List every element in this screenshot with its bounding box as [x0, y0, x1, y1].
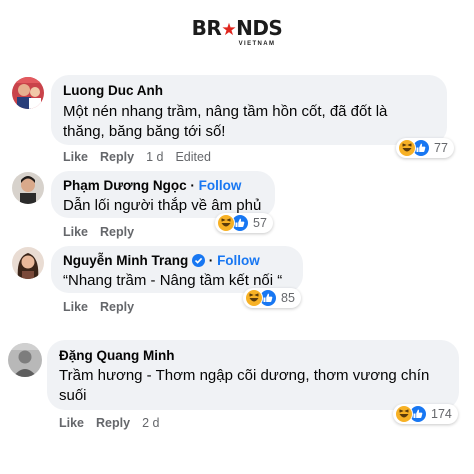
- avatar[interactable]: [8, 343, 42, 377]
- verified-badge-icon: [192, 254, 206, 267]
- haha-icon: [217, 214, 235, 232]
- like-button[interactable]: Like: [59, 416, 84, 430]
- avatar[interactable]: [12, 172, 44, 204]
- reaction-summary[interactable]: 57: [215, 213, 273, 233]
- comment-text-line: thăng, băng băng tới số!: [63, 123, 226, 140]
- commenter-header: Nguyễn Minh Trang · Follow: [63, 253, 260, 268]
- separator-dot: ·: [190, 178, 195, 193]
- reaction-count: 77: [434, 141, 448, 155]
- like-button[interactable]: Like: [63, 150, 88, 164]
- reply-button[interactable]: Reply: [100, 300, 134, 314]
- haha-icon: [395, 405, 413, 423]
- commenter-header: Phạm Dương Ngọc · Follow: [63, 178, 241, 193]
- separator-dot: ·: [208, 253, 214, 268]
- logo-text-right: NDS: [236, 16, 283, 40]
- comment-text-line: Một nén nhang trầm, nâng tầm hồn cốt, đã…: [63, 103, 388, 120]
- reaction-count: 85: [281, 291, 295, 305]
- reaction-count: 57: [253, 216, 267, 230]
- brands-vietnam-logo: BR★NDS VIETNAM: [0, 18, 474, 48]
- haha-icon: [245, 289, 263, 307]
- commenter-name[interactable]: Đặng Quang Minh: [59, 348, 175, 363]
- comment-text-line: Trầm hương - Thơm ngập cõi dương, thơm v…: [59, 367, 430, 384]
- reaction-summary[interactable]: 77: [396, 138, 454, 158]
- reply-button[interactable]: Reply: [96, 416, 130, 430]
- commenter-name[interactable]: Nguyễn Minh Trang: [63, 253, 188, 268]
- commenter-name[interactable]: Luong Duc Anh: [63, 83, 163, 98]
- commenter-name[interactable]: Phạm Dương Ngọc: [63, 178, 187, 193]
- logo-subtitle: VIETNAM: [238, 41, 276, 47]
- comment-timestamp[interactable]: 1 d: [146, 150, 163, 164]
- comment-actions: Like Reply: [63, 300, 146, 314]
- comment-bubble: Đặng Quang Minh Trầm hương - Thơm ngập c…: [47, 340, 459, 410]
- comment-timestamp[interactable]: 2 d: [142, 416, 159, 430]
- like-button[interactable]: Like: [63, 225, 88, 239]
- reply-button[interactable]: Reply: [100, 225, 134, 239]
- reaction-count: 174: [431, 407, 452, 421]
- like-button[interactable]: Like: [63, 300, 88, 314]
- follow-button[interactable]: Follow: [217, 253, 260, 268]
- comment-actions: Like Reply: [63, 225, 146, 239]
- comment-bubble: Nguyễn Minh Trang · Follow “Nhang trầm -…: [51, 246, 303, 293]
- comment-bubble: Luong Duc Anh Một nén nhang trầm, nâng t…: [51, 75, 447, 145]
- reply-button[interactable]: Reply: [100, 150, 134, 164]
- follow-button[interactable]: Follow: [199, 178, 242, 193]
- reaction-summary[interactable]: 174: [393, 404, 458, 424]
- reaction-summary[interactable]: 85: [243, 288, 301, 308]
- star-icon: ★: [221, 20, 237, 40]
- haha-icon: [398, 139, 416, 157]
- logo-text-left: BR: [191, 16, 222, 40]
- edited-label: Edited: [175, 150, 211, 164]
- comment-actions: Like Reply 2 d: [59, 416, 171, 430]
- avatar[interactable]: [12, 77, 44, 109]
- comment-actions: Like Reply 1 d Edited: [63, 150, 223, 164]
- comment-bubble: Phạm Dương Ngọc · Follow Dẫn lối người t…: [51, 171, 275, 218]
- comment-text-line: suối: [59, 387, 87, 404]
- avatar[interactable]: [12, 247, 44, 279]
